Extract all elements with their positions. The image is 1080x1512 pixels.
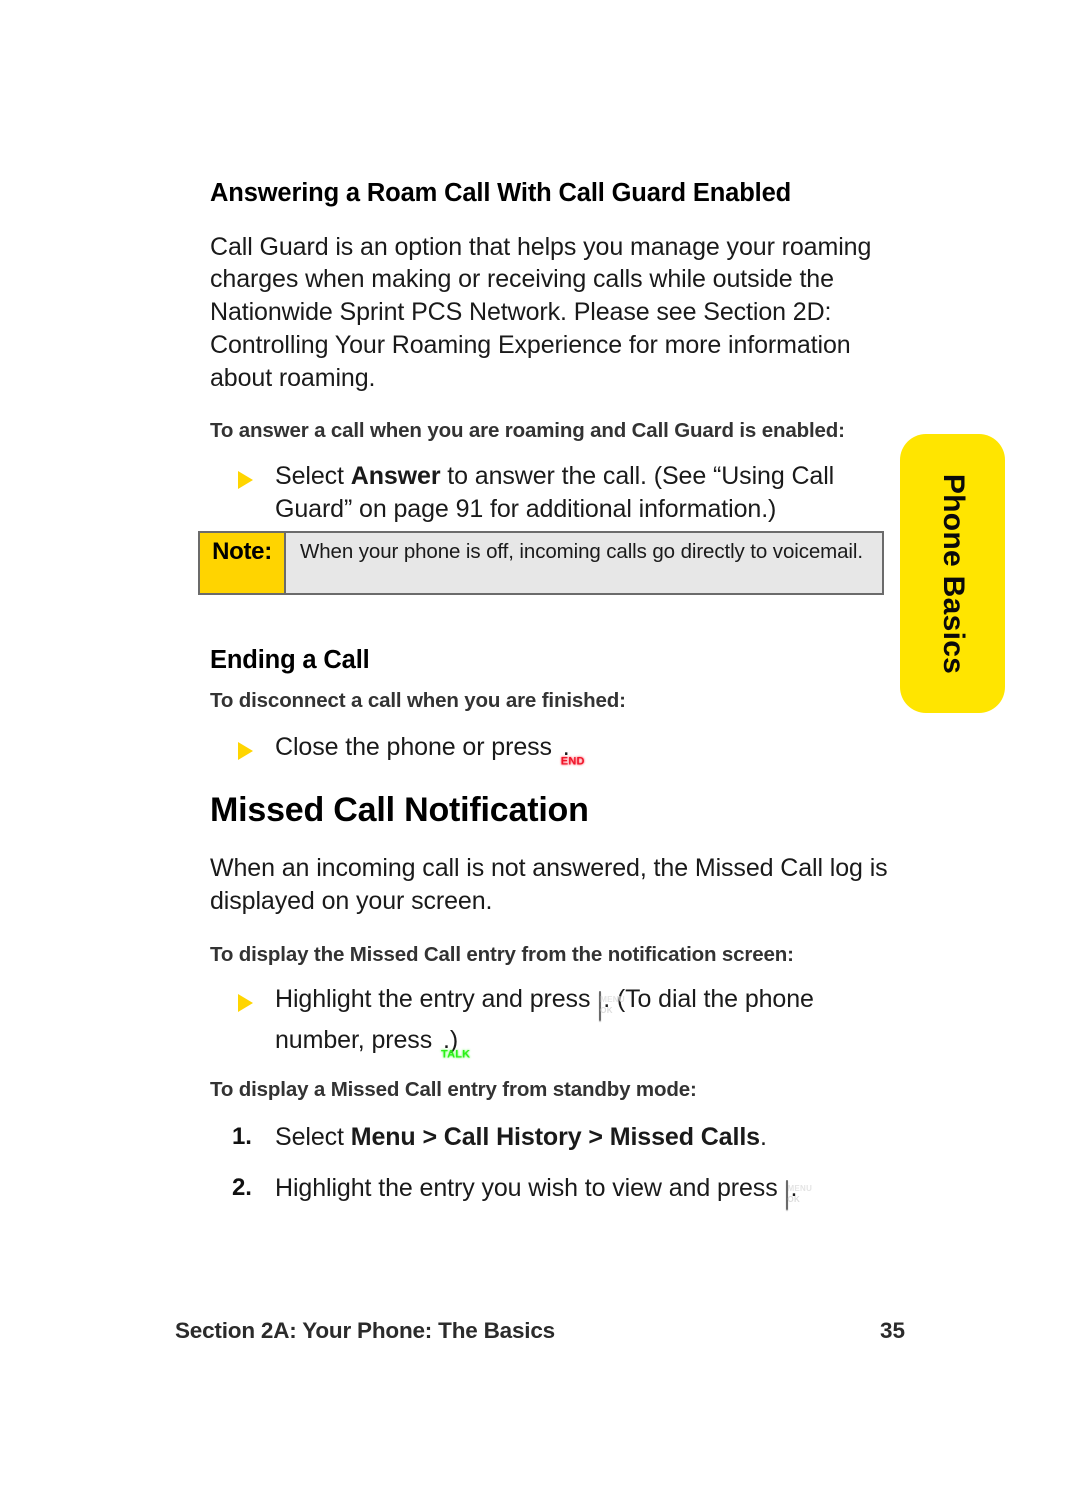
bullet-bold-answer: Answer bbox=[350, 461, 441, 490]
content-column: Answering a Roam Call With Call Guard En… bbox=[210, 178, 890, 1213]
runin-heading-display-from-notification: To display the Missed Call entry from th… bbox=[210, 942, 794, 966]
step-number-1: 1. bbox=[232, 1122, 252, 1150]
bullet-item-highlight-entry: Highlight the entry and press MENUOK. (T… bbox=[210, 983, 890, 1060]
heading-ending-a-call: Ending a Call bbox=[210, 645, 370, 674]
paragraph-missed-call: When an incoming call is not answered, t… bbox=[210, 854, 888, 915]
note-label-text: Note: bbox=[212, 538, 272, 565]
step-1-text-after: . bbox=[759, 1122, 767, 1151]
menu-ok-key-icon: MENUOK bbox=[599, 990, 625, 1024]
step-1-text-before: Select bbox=[275, 1122, 351, 1151]
note-body-text: When your phone is off, incoming calls g… bbox=[300, 540, 863, 563]
page-footer: Section 2A: Your Phone: The Basics 35 bbox=[175, 1318, 905, 1344]
bullet-item-select-answer: Select Answer to answer the call. (See “… bbox=[210, 460, 890, 527]
step-number-2: 2. bbox=[232, 1174, 252, 1202]
note-label-cell: Note: bbox=[200, 533, 286, 593]
step-1-menu-path: Menu > Call History > Missed Calls bbox=[350, 1122, 760, 1151]
step-2-text-before: Highlight the entry you wish to view and… bbox=[275, 1174, 785, 1203]
runin-heading-answer-call: To answer a call when you are roaming an… bbox=[210, 419, 845, 443]
menu-ok-key-icon: MENUOK bbox=[786, 1179, 812, 1213]
bullet-triangle-icon bbox=[238, 994, 253, 1013]
numbered-step-1: 1. Select Menu > Call History > Missed C… bbox=[210, 1121, 890, 1155]
footer-page-number: 35 bbox=[879, 1318, 905, 1343]
bullet-triangle-icon bbox=[238, 470, 253, 489]
paragraph-call-guard: Call Guard is an option that helps you m… bbox=[210, 232, 872, 392]
heading-answering-roam-call: Answering a Roam Call With Call Guard En… bbox=[210, 179, 792, 207]
numbered-step-2: 2. Highlight the entry you wish to view … bbox=[210, 1172, 890, 1213]
document-page: Phone Basics Answering a Roam Call With … bbox=[0, 0, 1080, 1512]
runin-heading-display-from-standby: To display a Missed Call entry from stan… bbox=[210, 1078, 697, 1102]
bullet-text-close-phone: Close the phone or press bbox=[275, 733, 559, 762]
heading-missed-call-notification: Missed Call Notification bbox=[210, 790, 589, 829]
bullet-text-highlight: Highlight the entry and press bbox=[275, 985, 598, 1014]
runin-heading-disconnect-call: To disconnect a call when you are finish… bbox=[210, 688, 626, 712]
bullet-item-close-phone: Close the phone or press END. bbox=[210, 731, 890, 768]
side-tab-label: Phone Basics bbox=[936, 473, 970, 674]
bullet-text-before: Select bbox=[275, 461, 351, 490]
footer-section-label: Section 2A: Your Phone: The Basics bbox=[175, 1318, 555, 1343]
bullet-triangle-icon bbox=[238, 742, 253, 761]
side-tab-phone-basics: Phone Basics bbox=[900, 434, 1005, 713]
note-callout-box: Note: When your phone is off, incoming c… bbox=[198, 531, 884, 595]
